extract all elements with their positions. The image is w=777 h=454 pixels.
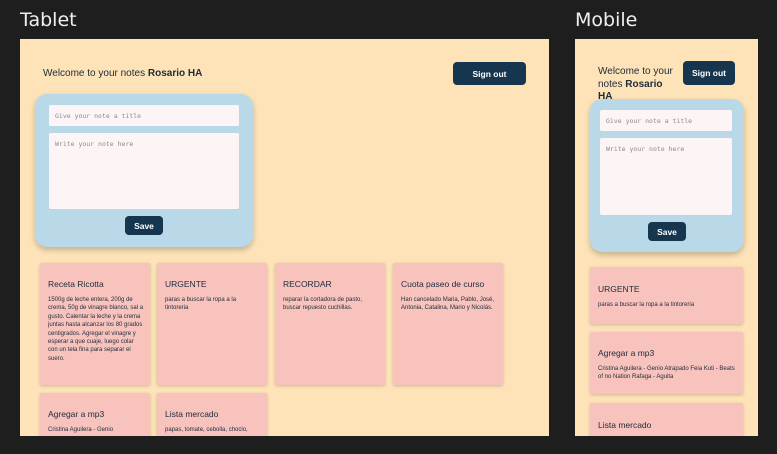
note-form: Give your note a title Write your note h… — [590, 99, 744, 252]
note-title: Cuota paseo de curso — [401, 279, 485, 289]
note-card[interactable]: Lista mercado — [590, 403, 743, 436]
note-card[interactable]: Receta Ricotta 1500g de leche entera, 20… — [40, 263, 150, 385]
note-body-textarea[interactable]: Write your note here — [49, 133, 239, 209]
note-title-input[interactable]: Give your note a title — [600, 110, 732, 131]
mobile-frame: Welcome to your notes Rosario HA Sign ou… — [575, 39, 758, 436]
mobile-frame-label: Mobile — [575, 9, 638, 31]
note-title: URGENTE — [165, 279, 207, 289]
save-button[interactable]: Save — [125, 216, 163, 235]
note-title: URGENTE — [598, 284, 640, 294]
note-title: Lista mercado — [165, 409, 219, 419]
note-title-input[interactable]: Give your note a title — [49, 105, 239, 126]
note-title: RECORDAR — [283, 279, 332, 289]
note-title: Agregar a mp3 — [598, 348, 655, 358]
note-card[interactable]: RECORDAR reparar la cortadora de pasto, … — [275, 263, 385, 385]
note-title: Receta Ricotta — [48, 279, 104, 289]
note-body: 1500g de leche entera, 200g de crema, 50… — [48, 297, 144, 362]
note-card[interactable]: URGENTE paras a buscar la ropa a la tint… — [590, 267, 743, 324]
note-body: Cristina Aguilera - Genio — [48, 427, 114, 433]
tablet-frame-label: Tablet — [20, 9, 77, 31]
note-card[interactable]: Lista mercado papas, tomate, cebolla, ch… — [157, 393, 267, 436]
welcome-heading: Welcome to your notes Rosario HA — [43, 68, 202, 81]
note-title: Lista mercado — [598, 420, 652, 430]
note-body: Han cancelado Maria, Pablo, José, Antoni… — [401, 297, 495, 312]
note-card[interactable]: Cuota paseo de curso Han cancelado Maria… — [393, 263, 503, 385]
user-name: Rosario HA — [147, 68, 203, 79]
welcome-heading: Welcome to your notes Rosario HA — [598, 66, 678, 104]
note-body: papas, tomate, cebolla, choclo, — [165, 427, 248, 433]
note-body: paras a buscar la ropa a la tintoreria — [598, 302, 695, 308]
note-card[interactable]: URGENTE paras a buscar la ropa a la tint… — [157, 263, 267, 385]
note-title: Agregar a mp3 — [48, 409, 105, 419]
sign-out-button[interactable]: Sign out — [683, 61, 735, 85]
note-body: Cristina Aguilera - Genio Atrapado Feia … — [598, 366, 735, 381]
note-form: Give your note a title Write your note h… — [35, 94, 253, 247]
note-body-textarea[interactable]: Write your note here — [600, 138, 732, 215]
note-card[interactable]: Agregar a mp3 Cristina Aguilera - Genio … — [590, 332, 743, 394]
note-card[interactable]: Agregar a mp3 Cristina Aguilera - Genio — [40, 393, 150, 436]
welcome-text: Welcome to your notes — [43, 68, 146, 79]
sign-out-button[interactable]: Sign out — [453, 62, 526, 85]
tablet-frame: Welcome to your notes Rosario HA Sign ou… — [20, 39, 549, 436]
save-button[interactable]: Save — [648, 222, 686, 241]
note-body: paras a buscar la ropa a la tintoreria — [165, 297, 237, 312]
note-body: reparar la cortadora de pasto, buscar re… — [283, 297, 363, 312]
